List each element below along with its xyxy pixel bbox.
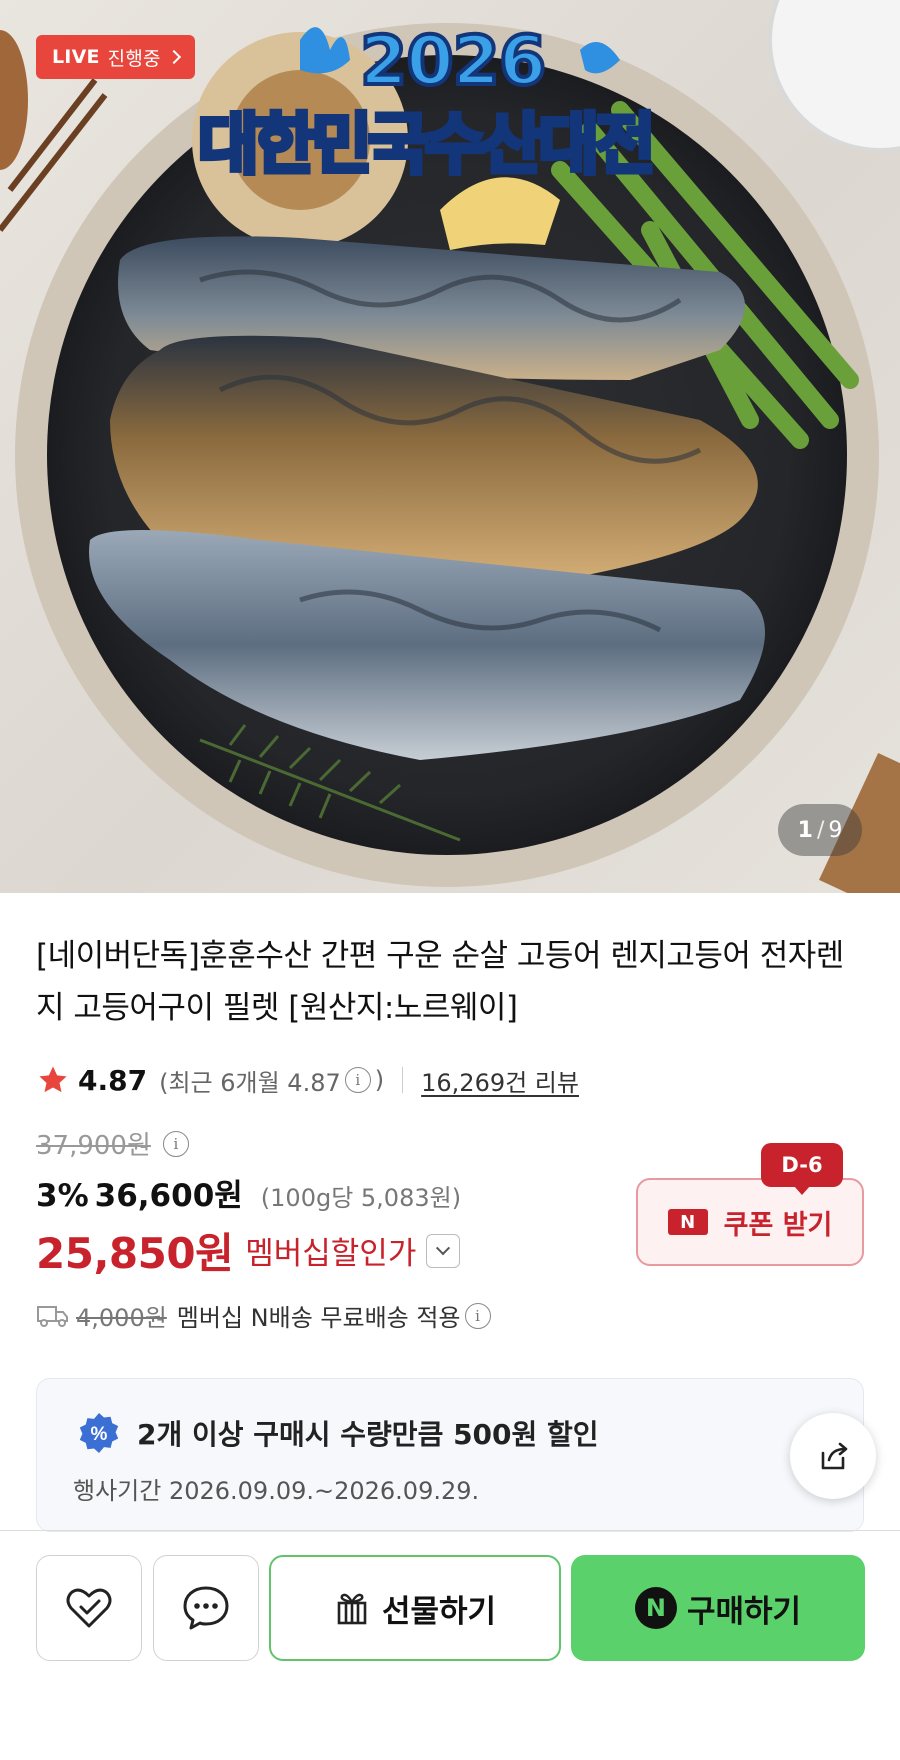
chevron-down-icon[interactable] [426, 1233, 461, 1268]
image-counter: 1 / 9 [778, 804, 862, 856]
info-icon[interactable]: i [464, 1302, 491, 1329]
event-year: 2026 [358, 22, 548, 101]
promotion-period: 행사기간 2026.09.09.~2026.09.29. [73, 1477, 480, 1505]
shipping-note: 멤버십 N배송 무료배송 적용 [176, 1304, 461, 1332]
rating-recent-label: (최근 6개월 4.87 [159, 1068, 341, 1097]
heart-check-icon [66, 1588, 112, 1628]
buy-label: 구매하기 [686, 1593, 802, 1630]
rating-value: 4.87 [78, 1063, 148, 1097]
live-status: 진행중 [107, 47, 161, 70]
wishlist-button[interactable] [36, 1555, 142, 1661]
promotion-title: 2개 이상 구매시 수량만큼 500원 할인 [137, 1418, 599, 1451]
coupon-button[interactable]: N 쿠폰 받기 [636, 1178, 864, 1266]
shipping-row: 4,000원 멤버십 N배송 무료배송 적용 i [36, 1298, 495, 1333]
old-shipping-fee: 4,000원 [76, 1304, 167, 1332]
discount-badge-icon: % [79, 1413, 119, 1453]
svg-text:%: % [91, 1424, 108, 1445]
image-counter-current: 1 [797, 817, 813, 843]
bottom-bar-divider [0, 1530, 900, 1531]
gift-button[interactable]: 선물하기 [269, 1555, 561, 1661]
member-price-label: 멤버십할인가 [245, 1236, 417, 1272]
member-price: 25,850원 [36, 1229, 234, 1278]
naver-n-icon: N [667, 1209, 708, 1235]
chat-button[interactable] [153, 1555, 259, 1661]
live-label: LIVE [52, 46, 100, 68]
divider [402, 1067, 404, 1093]
sale-price-row: 3% 36,600원 (100g당 5,083원) [36, 1170, 461, 1215]
naver-n-icon: N [634, 1587, 677, 1629]
discount-percent: 3% [36, 1178, 89, 1214]
image-counter-total: 9 [828, 817, 843, 843]
coupon-label: 쿠폰 받기 [723, 1209, 833, 1241]
product-image-carousel[interactable]: LIVE 진행중 2026 대한민국수산대전 1 / 9 [0, 0, 900, 893]
rating-recent-close: ) [374, 1066, 385, 1094]
event-title: 대한민국수산대전 [196, 106, 659, 183]
unit-price: (100g당 5,083원) [260, 1184, 462, 1212]
gift-label: 선물하기 [381, 1593, 497, 1630]
share-icon [821, 1442, 848, 1470]
live-badge[interactable]: LIVE 진행중 [36, 35, 195, 79]
promotion-banner[interactable]: % 2개 이상 구매시 수량만큼 500원 할인 행사기간 2026.09.09… [36, 1378, 864, 1532]
truck-icon [37, 1305, 68, 1327]
star-icon [39, 1066, 67, 1093]
sale-price: 36,600원 [94, 1178, 243, 1214]
rating-row: 4.87 (최근 6개월 4.87 i ) 16,269건 리뷰 [36, 1057, 579, 1103]
chevron-right-icon [166, 49, 181, 65]
original-price-row: 37,900원 i [36, 1125, 193, 1162]
original-price: 37,900원 [36, 1131, 151, 1161]
image-counter-separator: / [816, 817, 825, 843]
info-icon[interactable]: i [162, 1130, 189, 1157]
buy-button[interactable]: N 구매하기 [571, 1555, 865, 1661]
share-button[interactable] [790, 1413, 876, 1499]
info-icon[interactable]: i [344, 1067, 371, 1093]
review-count-link[interactable]: 16,269건 리뷰 [421, 1063, 579, 1098]
product-title: [네이버단독]훈훈수산 간편 구운 순살 고등어 렌지고등어 전자렌지 고등어구… [36, 938, 844, 1026]
dday-badge: D-6 [761, 1143, 843, 1195]
member-price-row: 25,850원 멤버십할인가 [36, 1220, 461, 1281]
chat-bubble-icon [183, 1586, 229, 1630]
gift-icon [337, 1593, 367, 1625]
